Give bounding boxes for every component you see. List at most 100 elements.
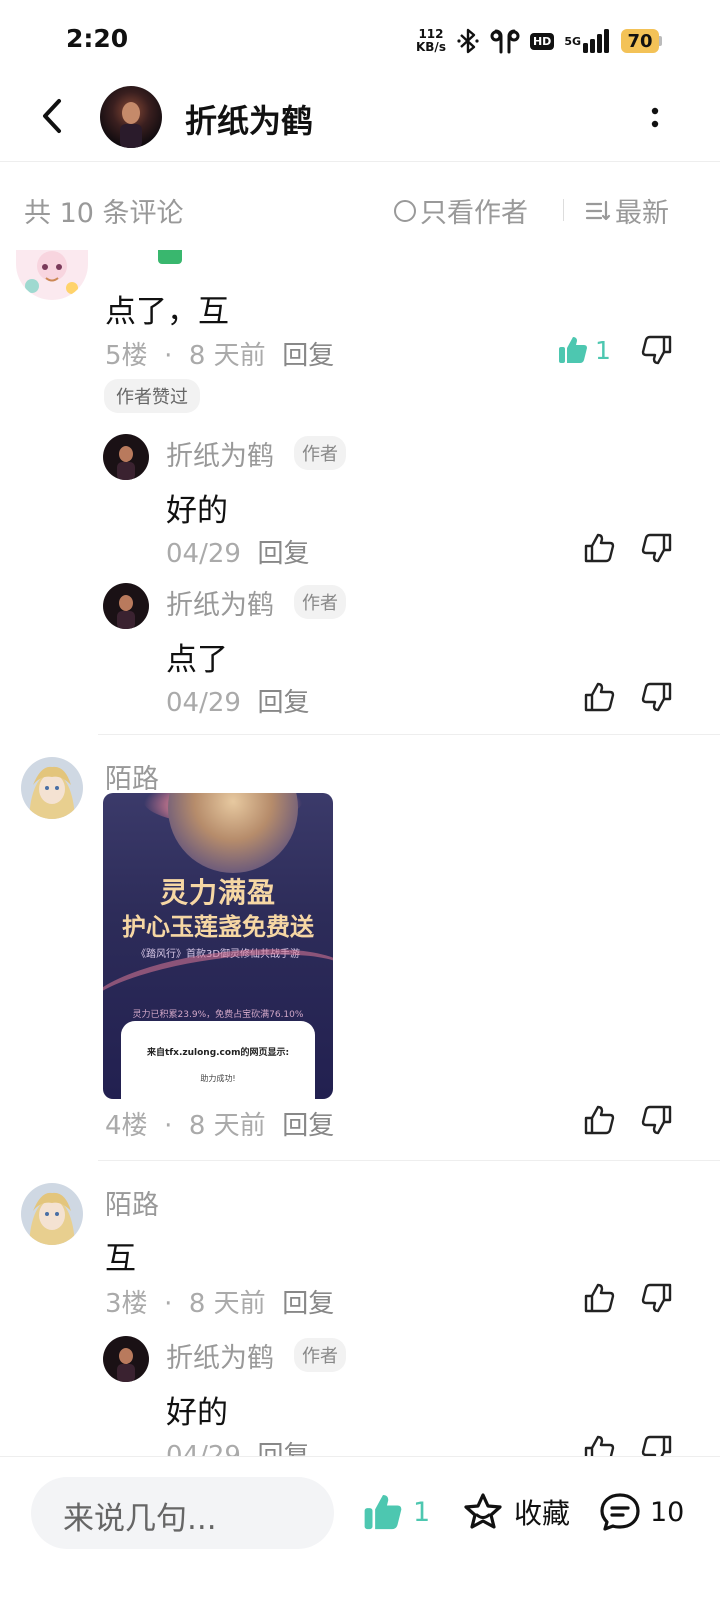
reply-button[interactable]: 回复 <box>282 341 334 371</box>
signal-icon: 5G <box>564 29 611 53</box>
thumbs-up-filled-icon <box>559 337 587 363</box>
filter-divider <box>563 199 564 221</box>
author-praised-tag: 作者赞过 <box>104 379 200 413</box>
comment-content: 互 <box>105 1241 136 1277</box>
post-like-count: 1 <box>413 1496 431 1528</box>
reply-avatar[interactable] <box>103 583 149 629</box>
status-time: 2:20 <box>66 24 129 53</box>
image-title: 灵力满盈 <box>159 876 276 909</box>
comment-image[interactable]: 灵力满盈 护心玉莲盏免费送 《踏风行》首款3D御灵修仙共战手游 灵力已积累23.… <box>103 793 333 1099</box>
thumbs-up-icon <box>584 1283 615 1313</box>
reply-button[interactable]: 回复 <box>257 539 309 569</box>
signal-label: 5G <box>564 34 581 48</box>
dislike-button[interactable] <box>640 333 674 367</box>
comment-count: 共 10 条评论 <box>24 198 184 229</box>
comment-content: 点了，互 <box>105 294 229 330</box>
favorite-label: 收藏 <box>514 1497 571 1530</box>
bottom-action-bar: 来说几句... 1 收藏 10 <box>0 1456 720 1602</box>
sort-label: 最新 <box>615 198 669 229</box>
network-speed: 112 KB/s <box>416 28 446 54</box>
dislike-button[interactable] <box>640 1281 674 1315</box>
network-speed-unit: KB/s <box>415 40 446 54</box>
reply-content: 好的 <box>166 493 228 529</box>
author-tag: 作者 <box>294 436 346 470</box>
commenter-avatar[interactable] <box>21 1183 83 1245</box>
like-button[interactable] <box>556 333 590 367</box>
level-badge-icon <box>158 250 182 264</box>
like-button[interactable] <box>582 680 616 714</box>
reply-content: 点了 <box>166 642 228 678</box>
floor-number: 5楼 <box>105 341 148 371</box>
commenter-avatar[interactable] <box>21 757 83 819</box>
status-bar: 2:20 112 KB/s HD 5G 70 <box>0 0 720 80</box>
like-button[interactable] <box>582 531 616 565</box>
reply-meta: 04/29 回复 <box>166 533 309 570</box>
comment-bubble-icon <box>600 1493 640 1531</box>
back-button[interactable] <box>32 96 72 136</box>
reply-avatar[interactable] <box>103 1336 149 1382</box>
thumbs-down-icon <box>641 1105 672 1135</box>
author-avatar[interactable] <box>100 86 162 148</box>
reply-avatar[interactable] <box>103 434 149 480</box>
more-button[interactable] <box>640 98 670 138</box>
comment-time: 8 天前 <box>188 1289 266 1319</box>
reply-author-name[interactable]: 折纸为鹤 <box>166 583 274 622</box>
commenter-name[interactable]: 陌路 <box>105 757 159 796</box>
image-subtitle: 护心玉莲盏免费送 <box>122 912 314 941</box>
like-button[interactable] <box>582 1103 616 1137</box>
comment-separator <box>98 734 720 735</box>
reply-time: 04/29 <box>166 688 241 718</box>
hd-badge: HD <box>529 32 555 50</box>
thumbs-up-filled-icon <box>364 1494 402 1530</box>
dislike-button[interactable] <box>640 1103 674 1137</box>
image-dialog-body: 助力成功! <box>200 1074 236 1083</box>
thumbs-up-icon <box>584 533 615 563</box>
image-stats: 灵力已积累23.9%，免费占宝砍满76.10% <box>132 1010 304 1020</box>
comment-input[interactable]: 来说几句... <box>31 1477 334 1549</box>
floor-number: 4楼 <box>105 1111 148 1141</box>
thumbs-down-icon <box>641 682 672 712</box>
comment-filter-bar: 共 10 条评论 只看作者 最新 <box>0 163 720 247</box>
chevron-left-icon <box>43 99 61 133</box>
like-button[interactable] <box>582 1281 616 1315</box>
reply-author-name[interactable]: 折纸为鹤 <box>166 1336 274 1375</box>
post-like-button[interactable]: 1 <box>361 1491 430 1533</box>
commenter-avatar[interactable] <box>16 250 88 300</box>
thumbs-down-icon <box>641 533 672 563</box>
only-author-toggle[interactable]: 只看作者 <box>394 191 528 230</box>
comment-meta: 5楼 · 8 天前 回复 <box>105 341 335 371</box>
thumbs-up-icon <box>584 682 615 712</box>
reply-button[interactable]: 回复 <box>282 1111 334 1141</box>
author-tag: 作者 <box>294 585 346 619</box>
comment-time: 8 天前 <box>188 1111 266 1141</box>
sort-icon <box>585 200 611 220</box>
star-icon <box>464 1493 502 1529</box>
like-count: 1 <box>595 336 611 365</box>
reply-button[interactable]: 回复 <box>282 1289 334 1319</box>
top-nav: 折纸为鹤 <box>0 80 720 162</box>
radio-circle-icon <box>394 199 416 222</box>
page-title: 折纸为鹤 <box>185 102 314 140</box>
reply-author-name[interactable]: 折纸为鹤 <box>166 434 274 473</box>
author-tag: 作者 <box>294 1338 346 1372</box>
battery-level: 70 <box>621 29 659 53</box>
comment-meta: 4楼 · 8 天前 回复 <box>105 1111 335 1141</box>
more-vertical-icon <box>651 107 659 128</box>
reply-button[interactable]: 回复 <box>257 688 309 718</box>
bluetooth-icon <box>456 27 480 55</box>
favorite-button[interactable]: 收藏 <box>462 1491 570 1533</box>
battery-icon: 70 <box>621 29 662 53</box>
thumbs-down-icon <box>641 335 672 365</box>
image-dialog: 来自tfx.zulong.com的网页显示: 助力成功! <box>121 1021 315 1099</box>
thumbs-down-icon <box>641 1283 672 1313</box>
floor-number: 3楼 <box>105 1289 148 1319</box>
reply-content: 好的 <box>166 1395 228 1431</box>
dislike-button[interactable] <box>640 531 674 565</box>
sort-button[interactable]: 最新 <box>585 191 669 230</box>
commenter-name[interactable]: 陌路 <box>105 1183 159 1222</box>
dislike-button[interactable] <box>640 680 674 714</box>
thumbs-up-icon <box>584 1105 615 1135</box>
comments-button[interactable]: 10 <box>598 1491 684 1533</box>
reply-time: 04/29 <box>166 539 241 569</box>
comments-count: 10 <box>650 1496 685 1528</box>
